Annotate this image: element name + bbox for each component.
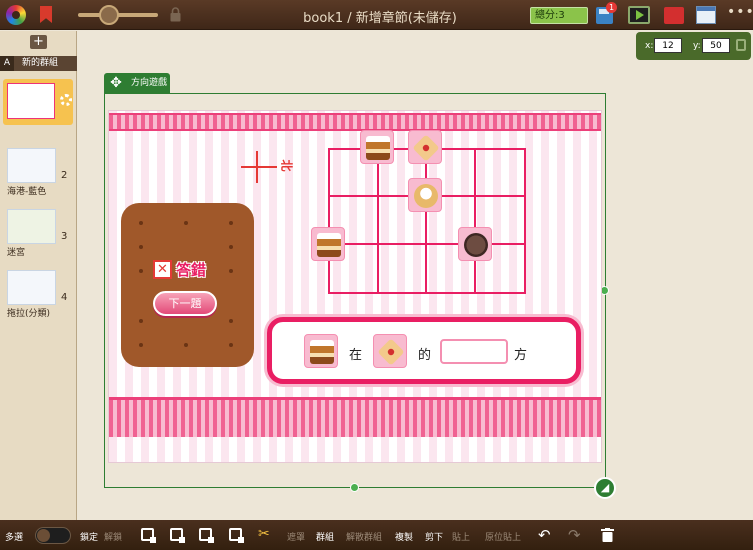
bookmark-icon[interactable] [40,6,52,23]
x-input[interactable] [654,38,682,53]
x-label: x: [645,41,654,51]
window-icon[interactable] [696,6,716,24]
page-preview [7,270,56,305]
top-stripe [109,113,601,131]
group-letter: A [0,56,14,71]
direction-answer-input[interactable] [440,339,508,364]
add-page-button[interactable]: + [30,35,47,49]
lock-button[interactable]: 鎖定 [80,530,98,543]
bottom-toolbar: 多選 鎖定 解鎖 ✂ 遮罩 群組 解散群組 複製 剪下 貼上 原位貼上 ↶ ↷ [0,520,753,550]
page-preview [7,209,56,244]
next-question-button[interactable]: 下一題 [153,291,217,316]
wrong-label: 答錯 [176,261,207,279]
group-button[interactable]: 群組 [316,530,334,543]
paste-button[interactable]: 貼上 [452,530,470,543]
wrong-x-icon: ✕ [153,260,172,279]
cake-item[interactable] [311,227,345,261]
scissors-mask-icon[interactable]: ✂ [258,526,270,542]
page-preview [7,148,56,183]
unlock-button[interactable]: 解鎖 [104,530,122,543]
position-panel: x: y: [636,32,751,60]
undo-icon[interactable]: ↶ [538,526,551,544]
copy-button[interactable]: 複製 [395,530,413,543]
redo-icon[interactable]: ↷ [568,526,581,544]
page-label: 迷宮 [7,248,26,258]
sentence-in: 在 [349,348,363,363]
ungroup-button[interactable]: 解散群組 [346,530,382,543]
page-number: 4 [61,292,68,303]
group-header[interactable]: A 新的群組 [0,56,77,71]
page-thumbnail-2[interactable]: 2 海港-藍色 [7,148,75,197]
cut-button[interactable]: 剪下 [425,530,443,543]
page-thumbnail-4[interactable]: 4 拖拉(分類) [7,270,75,319]
sentence-direction: 方 [514,348,528,363]
bottom-stripe [109,397,601,437]
score-badge: 總分:3 [530,7,588,24]
bring-to-front-icon[interactable] [199,528,214,543]
page-label: 海港-藍色 [7,187,47,197]
document-title: book1 / 新增章節(未儲存) [303,11,457,26]
resize-corner-button[interactable]: ◢ [594,477,616,499]
multi-select-label: 多選 [5,533,24,543]
direction-game: 北 ✕ 答錯 下一題 在 的 方 [108,110,602,463]
notification-badge: 1 [606,2,617,13]
page-thumbnail-3[interactable]: 3 迷宮 [7,209,75,258]
top-bar: book1 / 新增章節(未儲存) 總分:3 1 ••• [0,0,753,30]
zoom-slider-handle[interactable] [99,5,119,25]
y-input[interactable] [702,38,730,53]
cake-item [304,334,338,368]
page-sidebar: + A 新的群組 2 海港-藍色 3 迷宮 4 拖拉(分類) [0,31,77,520]
wrong-indicator: ✕ 答錯 [153,259,215,281]
sentence-of: 的 [418,348,432,363]
cookie-item [373,334,407,368]
more-options-icon[interactable]: ••• [727,4,753,20]
preview-play-icon[interactable] [628,6,650,24]
mask-button[interactable]: 遮罩 [287,530,305,543]
resize-handle-bottom[interactable] [350,483,359,492]
pastry-item[interactable] [408,178,442,212]
send-to-back-icon[interactable] [229,528,244,543]
page-preview [7,83,55,119]
object-name: 方向遊戲 [131,78,168,88]
direction-grid [328,148,526,294]
move-icon[interactable]: ✥ [108,75,124,91]
page-label: 拖拉(分類) [7,309,51,319]
biscuit-panel [125,207,250,363]
answer-sentence: 在 的 方 [267,317,581,384]
bring-forward-icon[interactable] [141,528,156,543]
page-number: 3 [61,231,68,242]
gear-icon[interactable] [60,94,72,106]
paste-in-place-button[interactable]: 原位貼上 [485,530,521,543]
cookie-item[interactable] [408,130,442,164]
lock-ratio-icon[interactable] [736,39,746,51]
page-thumbnail-1[interactable] [3,79,73,125]
gift-icon[interactable] [664,7,684,24]
trash-icon[interactable] [601,528,614,542]
object-tag[interactable]: ✥ 方向遊戲 [104,73,170,93]
app-logo-icon[interactable] [6,5,26,25]
page-number: 2 [61,170,68,181]
chocolate-item[interactable] [458,227,492,261]
y-label: y: [693,41,701,51]
lock-icon[interactable] [170,7,181,22]
north-label: 北 [279,159,294,172]
group-name: 新的群組 [22,58,59,68]
cake-item[interactable] [360,130,394,164]
multi-select-toggle[interactable] [35,527,71,544]
send-backward-icon[interactable] [170,528,185,543]
